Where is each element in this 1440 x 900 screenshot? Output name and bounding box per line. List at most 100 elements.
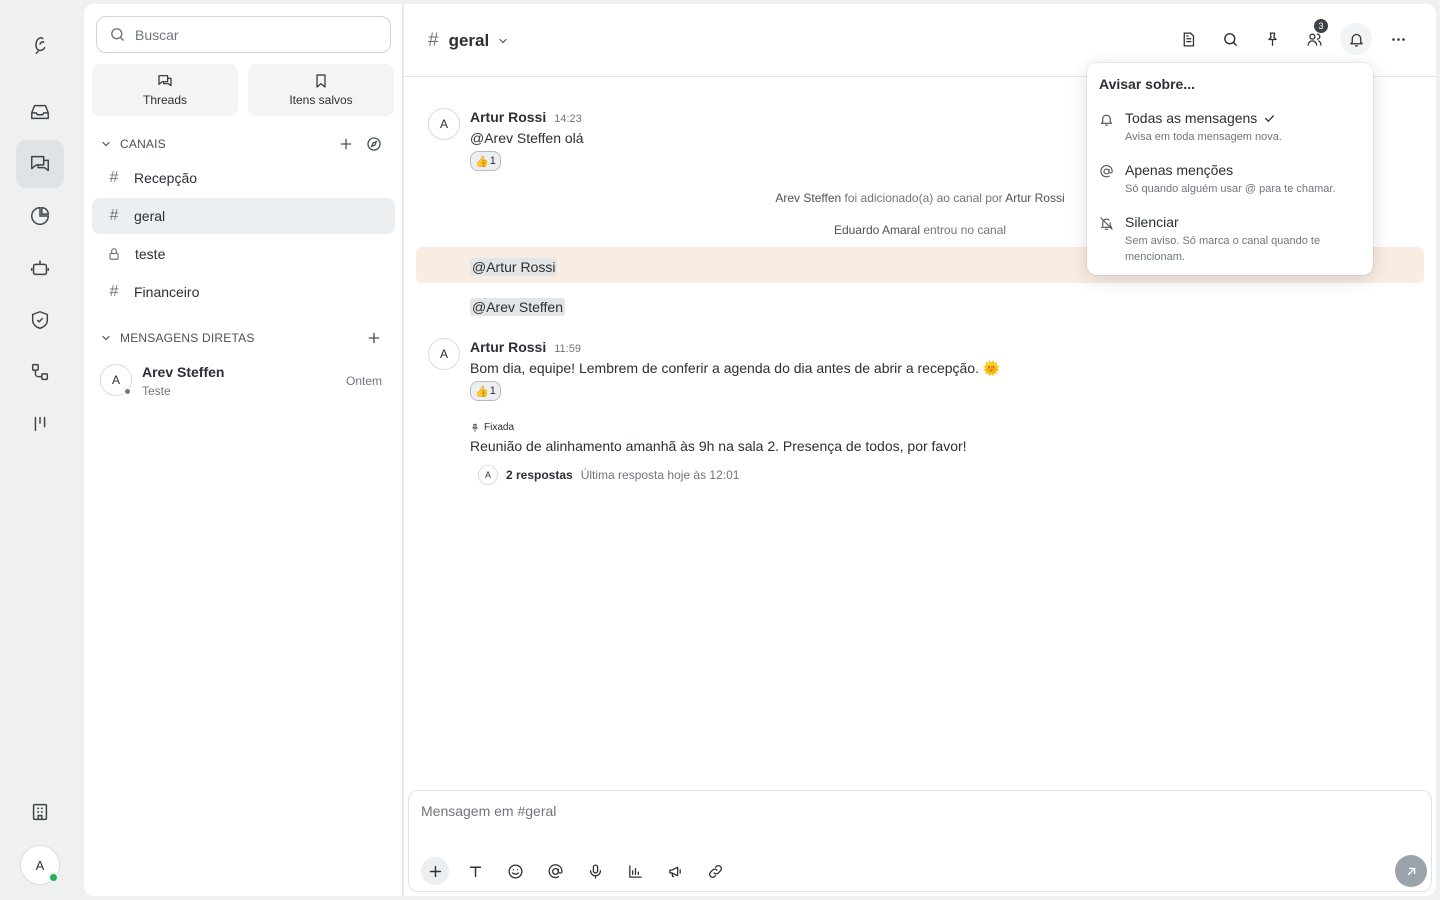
- message-text: Bom dia, equipe! Lembrem de conferir a a…: [470, 360, 1001, 376]
- bookmark-icon: [316, 74, 326, 88]
- avatar-initial: A: [111, 373, 120, 387]
- poll-button[interactable]: [621, 857, 649, 885]
- building-icon[interactable]: [16, 788, 64, 836]
- thumbs-up-icon: 👍: [475, 155, 489, 168]
- emoji-button[interactable]: [501, 857, 529, 885]
- users-icon: [1306, 33, 1322, 46]
- option-description: Avisa em toda mensagem nova.: [1125, 131, 1282, 143]
- reaction-chip[interactable]: 👍 1: [470, 381, 501, 401]
- user-mention[interactable]: @Arev Steffen: [470, 298, 565, 316]
- message-composer[interactable]: Mensagem em #geral: [408, 790, 1432, 892]
- channels-sidebar: Buscar Threads Itens salvos CANAIS # Rec…: [84, 4, 403, 896]
- search-placeholder: Buscar: [135, 26, 179, 43]
- channel-name: Financeiro: [134, 284, 200, 300]
- author-name: Artur Rossi: [470, 339, 547, 355]
- saved-items-button[interactable]: Itens salvos: [248, 64, 394, 116]
- notification-settings-menu: Avisar sobre... Todas as mensagens Avisa…: [1087, 63, 1373, 275]
- compass-icon[interactable]: [366, 136, 382, 152]
- avatar[interactable]: A: [428, 338, 460, 370]
- mention-button[interactable]: [541, 857, 569, 885]
- dm-item-arev-steffen[interactable]: A Arev Steffen Teste Ontem: [100, 362, 390, 400]
- search-channel-button[interactable]: [1214, 23, 1246, 55]
- logo-icon[interactable]: [16, 20, 64, 68]
- chat-icon[interactable]: [16, 140, 64, 188]
- status-dot: [123, 387, 132, 396]
- chevron-down-icon: [102, 335, 110, 341]
- search-input[interactable]: Buscar: [96, 16, 391, 53]
- kanban-icon[interactable]: [16, 400, 64, 448]
- option-description: Só quando alguém usar @ para te chamar.: [1125, 183, 1336, 195]
- pie-chart-icon[interactable]: [16, 192, 64, 240]
- reaction-chip[interactable]: 👍 1: [470, 151, 501, 171]
- add-channel-icon[interactable]: [338, 136, 354, 152]
- message-text: @Arev Steffen olá: [470, 130, 584, 146]
- microphone-icon: [589, 863, 601, 879]
- smile-icon: [507, 863, 523, 879]
- inbox-icon[interactable]: [16, 88, 64, 136]
- members-count-badge: 3: [1314, 19, 1328, 33]
- files-button[interactable]: [1172, 23, 1204, 55]
- message-author[interactable]: Artur Rossi 11:59: [470, 339, 581, 355]
- threads-icon: [158, 75, 172, 87]
- shield-icon[interactable]: [16, 296, 64, 344]
- notify-option-mentions-only[interactable]: Apenas menções Só quando alguém usar @ p…: [1099, 162, 1361, 202]
- search-icon: [111, 28, 124, 41]
- send-arrow-icon: [1407, 867, 1415, 875]
- text-format-icon: [469, 866, 481, 877]
- message-author[interactable]: Artur Rossi 14:23: [470, 109, 582, 125]
- option-label: Apenas menções: [1125, 162, 1234, 178]
- option-label: Todas as mensagens: [1125, 110, 1258, 126]
- channel-name: teste: [135, 246, 166, 262]
- system-action: foi adicionado(a) ao canal por: [841, 191, 1006, 205]
- notifications-button[interactable]: [1340, 23, 1372, 55]
- send-button[interactable]: [1395, 855, 1427, 887]
- announcement-button[interactable]: [661, 857, 689, 885]
- workflow-icon[interactable]: [16, 348, 64, 396]
- format-button[interactable]: [461, 857, 489, 885]
- reaction-count: 1: [489, 385, 496, 397]
- dm-name: Arev Steffen: [142, 364, 225, 380]
- option-description: Sem aviso. Só marca o canal quando te me…: [1125, 235, 1321, 263]
- menu-title: Avisar sobre...: [1099, 76, 1195, 92]
- add-dm-icon[interactable]: [366, 330, 382, 346]
- bell-off-icon: [1100, 217, 1113, 230]
- chevron-down-icon: [499, 38, 507, 44]
- user-avatar-initial: A: [35, 857, 45, 873]
- channel-item-financeiro[interactable]: # Financeiro: [92, 274, 395, 310]
- members-button[interactable]: 3: [1298, 19, 1330, 55]
- channel-title-button[interactable]: # geral: [428, 30, 509, 52]
- dm-timestamp: Ontem: [345, 374, 382, 388]
- user-avatar[interactable]: A: [20, 845, 60, 885]
- more-options-button[interactable]: [1382, 23, 1414, 55]
- audio-button[interactable]: [581, 857, 609, 885]
- notify-option-all-messages[interactable]: Todas as mensagens Avisa em toda mensage…: [1099, 110, 1361, 150]
- system-object: Artur Rossi: [1005, 191, 1065, 205]
- threads-button[interactable]: Threads: [92, 64, 238, 116]
- bar-chart-icon: [628, 864, 642, 878]
- thread-summary[interactable]: A 2 respostas Última resposta hoje às 12…: [478, 465, 739, 485]
- user-mention[interactable]: @Artur Rossi: [470, 258, 558, 276]
- at-sign-icon: [548, 863, 563, 878]
- channel-item-recepcao[interactable]: # Recepção: [92, 160, 395, 196]
- channels-section-header[interactable]: CANAIS: [100, 134, 390, 154]
- lock-icon: [109, 248, 119, 260]
- app-rail: A: [0, 0, 80, 900]
- notify-option-mute[interactable]: Silenciar Sem aviso. Só marca o canal qu…: [1099, 214, 1361, 266]
- hash-icon: #: [428, 30, 439, 51]
- channel-item-teste[interactable]: teste: [92, 236, 395, 272]
- avatar[interactable]: A: [428, 108, 460, 140]
- thread-reply-count: 2 respostas: [506, 468, 573, 482]
- bot-icon[interactable]: [16, 244, 64, 292]
- link-icon: [708, 864, 722, 878]
- channel-item-geral[interactable]: # geral: [92, 198, 395, 234]
- attach-button[interactable]: [421, 857, 449, 885]
- system-subject: Eduardo Amaral: [833, 223, 920, 237]
- dm-section-header[interactable]: MENSAGENS DIRETAS: [100, 328, 390, 348]
- avatar-initial: A: [439, 117, 448, 131]
- message-text: Reunião de alinhamento amanhã às 9h na s…: [470, 438, 967, 454]
- system-action: entrou no canal: [920, 223, 1007, 237]
- pinned-button[interactable]: [1256, 23, 1288, 55]
- link-button[interactable]: [701, 857, 729, 885]
- saved-items-label: Itens salvos: [289, 93, 353, 107]
- channels-header-label: CANAIS: [120, 137, 166, 151]
